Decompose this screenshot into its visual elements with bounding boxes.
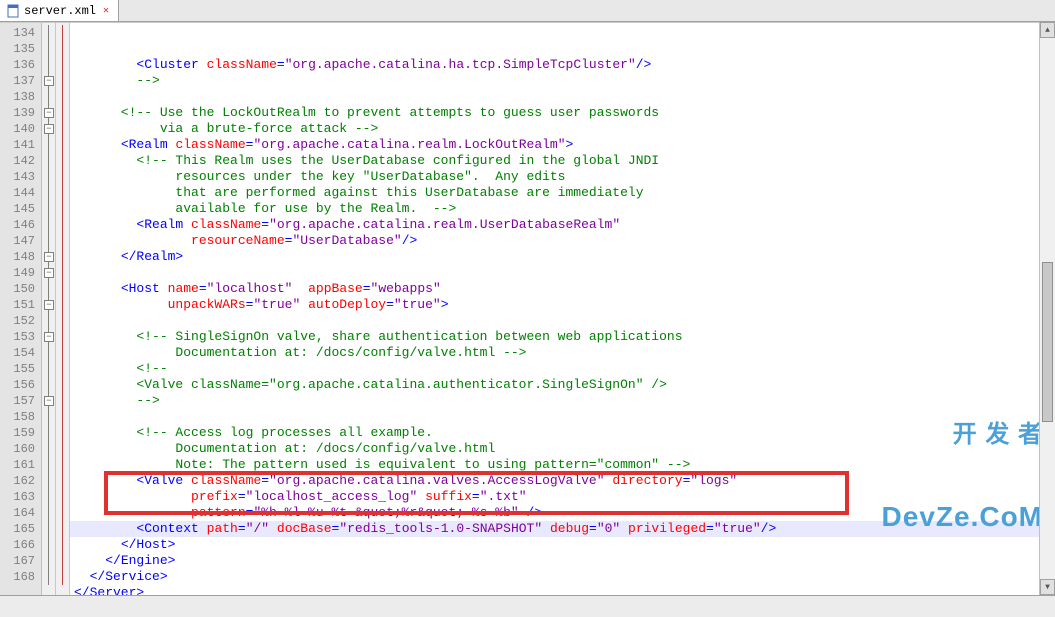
line-number: 142 (0, 153, 41, 169)
line-number: 153 (0, 329, 41, 345)
watermark-cn: 开 发 者 (882, 423, 1043, 447)
tab-bar: server.xml ✕ (0, 0, 1055, 22)
line-number: 166 (0, 537, 41, 553)
line-number: 134 (0, 25, 41, 41)
status-bar (0, 595, 1055, 617)
line-number: 162 (0, 473, 41, 489)
line-number-gutter: 1341351361371381391401411421431441451461… (0, 23, 42, 595)
code-line[interactable] (70, 265, 1055, 281)
line-number: 151 (0, 297, 41, 313)
fold-toggle[interactable]: − (44, 396, 54, 406)
line-number: 158 (0, 409, 41, 425)
code-line[interactable]: <!-- Use the LockOutRealm to prevent att… (70, 105, 1055, 121)
line-number: 145 (0, 201, 41, 217)
code-line[interactable]: resourceName="UserDatabase"/> (70, 233, 1055, 249)
tab-label: server.xml (24, 4, 96, 18)
fold-toggle[interactable]: − (44, 124, 54, 134)
line-number: 144 (0, 185, 41, 201)
fold-toggle[interactable]: − (44, 252, 54, 262)
code-line[interactable]: via a brute-force attack --> (70, 121, 1055, 137)
code-line[interactable]: that are performed against this UserData… (70, 185, 1055, 201)
line-number: 164 (0, 505, 41, 521)
line-number: 146 (0, 217, 41, 233)
line-number: 160 (0, 441, 41, 457)
fold-toggle[interactable]: − (44, 76, 54, 86)
tab-server-xml[interactable]: server.xml ✕ (0, 0, 119, 21)
close-icon[interactable]: ✕ (100, 5, 112, 17)
code-area[interactable]: <Cluster className="org.apache.catalina.… (70, 23, 1055, 595)
line-number: 138 (0, 89, 41, 105)
code-line[interactable] (70, 313, 1055, 329)
fold-toggle[interactable]: − (44, 108, 54, 118)
vertical-scrollbar[interactable]: ▲ ▼ (1039, 22, 1055, 595)
marker-margin (56, 23, 70, 595)
line-number: 148 (0, 249, 41, 265)
line-number: 161 (0, 457, 41, 473)
code-line[interactable] (70, 89, 1055, 105)
line-number: 167 (0, 553, 41, 569)
line-number: 136 (0, 57, 41, 73)
code-line[interactable]: resources under the key "UserDatabase". … (70, 169, 1055, 185)
line-number: 137 (0, 73, 41, 89)
line-number: 163 (0, 489, 41, 505)
code-line[interactable]: <Host name="localhost" appBase="webapps" (70, 281, 1055, 297)
code-line[interactable]: unpackWARs="true" autoDeploy="true"> (70, 297, 1055, 313)
line-number: 140 (0, 121, 41, 137)
line-number: 157 (0, 393, 41, 409)
code-line[interactable]: <Realm className="org.apache.catalina.re… (70, 217, 1055, 233)
line-number: 165 (0, 521, 41, 537)
watermark: 开 发 者 DevZe.CoM (882, 367, 1043, 587)
file-icon (6, 4, 20, 18)
code-line[interactable]: available for use by the Realm. --> (70, 201, 1055, 217)
line-number: 168 (0, 569, 41, 585)
fold-toggle[interactable]: − (44, 332, 54, 342)
code-line[interactable]: </Realm> (70, 249, 1055, 265)
line-number: 141 (0, 137, 41, 153)
code-line[interactable]: Documentation at: /docs/config/valve.htm… (70, 345, 1055, 361)
line-number: 156 (0, 377, 41, 393)
fold-toggle[interactable]: − (44, 268, 54, 278)
fold-column[interactable]: − − − − − − − − (42, 23, 56, 595)
scroll-thumb[interactable] (1042, 262, 1053, 422)
line-number: 155 (0, 361, 41, 377)
code-line[interactable]: <Cluster className="org.apache.catalina.… (70, 57, 1055, 73)
line-number: 159 (0, 425, 41, 441)
code-line[interactable]: <Realm className="org.apache.catalina.re… (70, 137, 1055, 153)
scroll-down-button[interactable]: ▼ (1040, 579, 1055, 595)
line-number: 135 (0, 41, 41, 57)
code-line[interactable]: <!-- This Realm uses the UserDatabase co… (70, 153, 1055, 169)
line-number: 139 (0, 105, 41, 121)
code-editor[interactable]: 1341351361371381391401411421431441451461… (0, 22, 1055, 595)
watermark-en: DevZe.CoM (882, 503, 1043, 531)
line-number: 143 (0, 169, 41, 185)
code-line[interactable]: --> (70, 73, 1055, 89)
line-number: 149 (0, 265, 41, 281)
line-number: 152 (0, 313, 41, 329)
fold-toggle[interactable]: − (44, 300, 54, 310)
code-line[interactable]: <!-- SingleSignOn valve, share authentic… (70, 329, 1055, 345)
scroll-up-button[interactable]: ▲ (1040, 22, 1055, 38)
line-number: 147 (0, 233, 41, 249)
line-number: 150 (0, 281, 41, 297)
line-number: 154 (0, 345, 41, 361)
